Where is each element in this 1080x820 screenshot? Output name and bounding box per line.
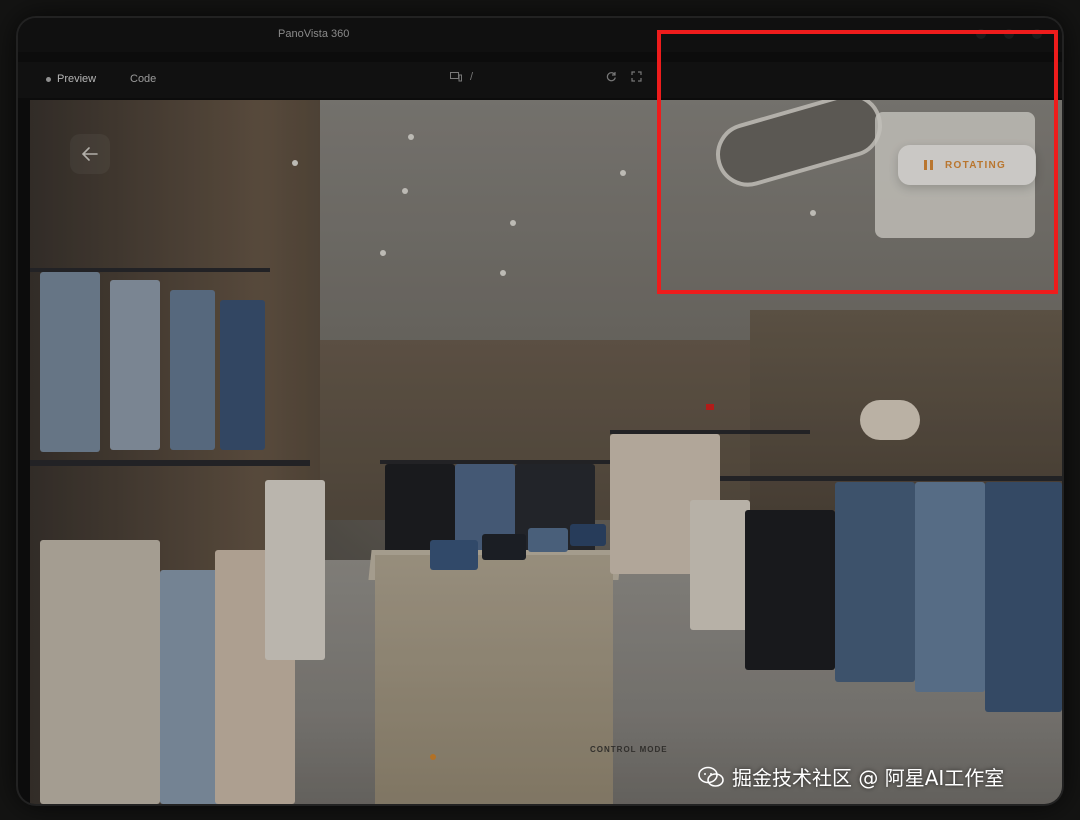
display-table — [375, 555, 613, 804]
watermark: 掘金技术社区 @ 阿星AI工作室 — [698, 762, 1004, 791]
jeans-hanging — [40, 272, 100, 452]
ceiling-light — [402, 188, 408, 194]
app-title: PanoVista 360 — [278, 28, 350, 40]
arrow-left-icon — [82, 147, 98, 161]
ceiling-light — [620, 170, 626, 176]
ceiling-light — [510, 220, 516, 226]
tab-code[interactable]: Code — [130, 73, 156, 85]
toolbar-actions — [606, 71, 642, 82]
control-mode-label: CONTROL MODE — [590, 745, 668, 754]
jeans-hanging — [220, 300, 265, 450]
ceiling-light — [292, 160, 298, 166]
clothing-rack — [720, 476, 1062, 481]
folded-jeans — [482, 534, 526, 560]
tab-preview[interactable]: Preview — [46, 73, 96, 85]
shirt-hanging — [690, 500, 750, 630]
ceiling-light — [500, 270, 506, 276]
hint-dot-icon — [430, 754, 436, 760]
jeans-hanging — [985, 482, 1062, 712]
shirt-hanging — [265, 480, 325, 660]
hat-display — [860, 400, 920, 440]
shirt-hanging — [160, 570, 220, 804]
back-button[interactable] — [70, 134, 110, 174]
live-dot-icon — [46, 76, 51, 82]
jeans-hanging — [110, 280, 160, 450]
folded-jeans — [430, 540, 478, 570]
jeans-hanging — [915, 482, 985, 692]
annotation-highlight-box — [657, 30, 1058, 294]
clothing-rack — [30, 460, 310, 466]
path-separator: / — [470, 71, 474, 83]
fullscreen-icon[interactable] — [631, 71, 642, 82]
ceiling-light — [380, 250, 386, 256]
pants-hanging — [745, 510, 835, 670]
jeans-hanging — [170, 290, 215, 450]
tab-preview-label: Preview — [57, 73, 97, 85]
folded-jeans — [570, 524, 606, 546]
ceiling-light — [408, 134, 414, 140]
folded-jeans — [528, 528, 568, 552]
watermark-text: 掘金技术社区 @ 阿星AI工作室 — [732, 766, 1005, 790]
refresh-icon[interactable] — [606, 71, 617, 82]
preview-path[interactable]: / — [450, 71, 473, 83]
tab-code-label: Code — [130, 73, 157, 85]
exit-sign — [706, 404, 714, 410]
shirt-hanging — [40, 540, 160, 804]
device-icon[interactable] — [450, 72, 462, 82]
wechat-icon — [698, 766, 724, 787]
jeans-hanging — [835, 482, 915, 682]
